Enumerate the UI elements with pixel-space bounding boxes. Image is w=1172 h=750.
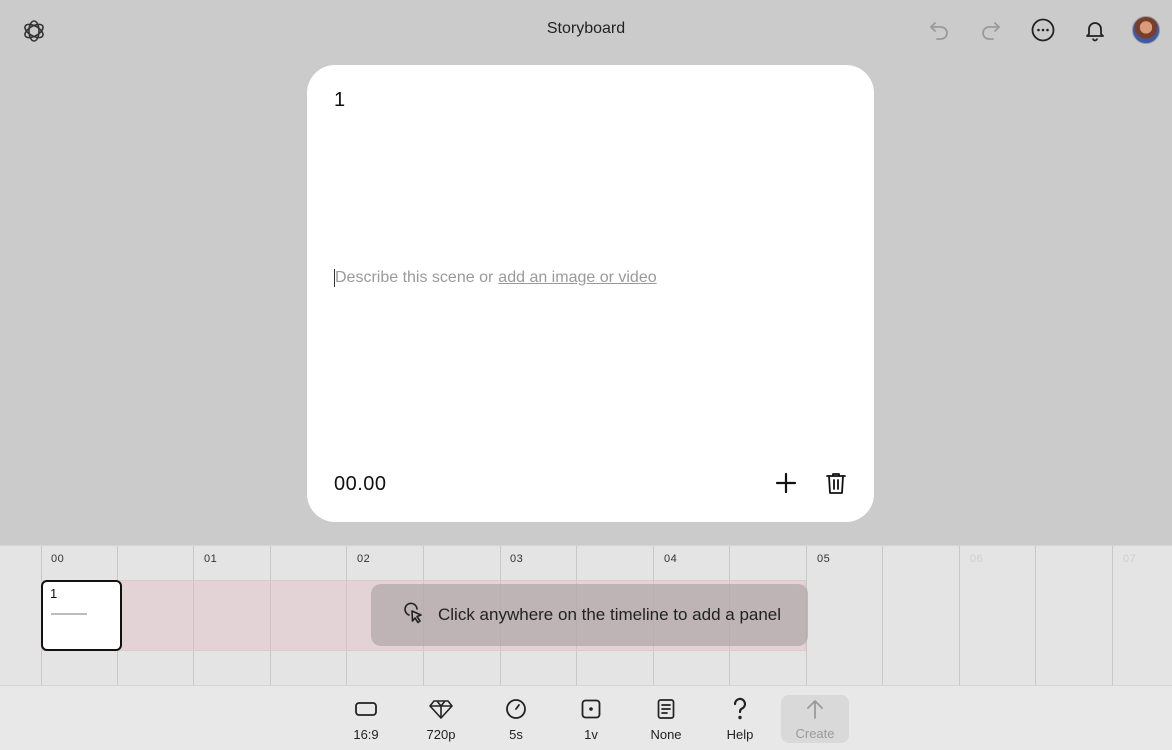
help-button[interactable]: Help	[710, 696, 770, 742]
preset-icon	[636, 696, 696, 722]
timeline-tick: 00	[51, 553, 65, 565]
variations-label: 1v	[584, 727, 598, 742]
aspect-ratio-button[interactable]: 16:9	[336, 696, 396, 742]
timer-icon	[486, 696, 546, 722]
duration-button[interactable]: 5s	[486, 696, 546, 742]
timeline-tick: 07	[1123, 553, 1137, 565]
add-media-link[interactable]: add an image or video	[498, 269, 656, 287]
grid-line	[959, 546, 960, 686]
top-actions	[924, 15, 1160, 45]
aspect-ratio-label: 16:9	[353, 727, 379, 742]
timeline-tick: 02	[357, 553, 371, 565]
help-label: Help	[726, 727, 754, 742]
question-mark-icon	[710, 696, 770, 722]
grid-line	[1035, 546, 1036, 686]
bottom-toolbar: 16:9 720p 5s 1v None Help Create	[0, 685, 1172, 750]
undo-icon[interactable]	[924, 15, 954, 45]
scene-timestamp: 00.00	[334, 473, 387, 495]
variations-icon	[561, 696, 621, 722]
storyboard-app: Storyboard 1 Describe this scene or add …	[0, 0, 1172, 750]
resolution-label: 720p	[426, 727, 456, 742]
scene-card: 1 Describe this scene or add an image or…	[307, 65, 874, 522]
add-panel-hint-text: Click anywhere on the timeline to add a …	[438, 605, 782, 624]
grid-line	[1112, 546, 1113, 686]
timeline-tick: 01	[204, 553, 218, 565]
grid-line	[882, 546, 883, 686]
panel-number: 1	[50, 586, 58, 601]
scene-description-input[interactable]: Describe this scene or add an image or v…	[334, 269, 657, 287]
panel-placeholder-line	[51, 613, 87, 615]
resolution-button[interactable]: 720p	[411, 696, 471, 742]
timeline-tick: 05	[817, 553, 831, 565]
card-actions	[772, 469, 850, 497]
timeline-tick: 04	[664, 553, 678, 565]
aspect-ratio-icon	[336, 696, 396, 722]
duration-label: 5s	[509, 727, 523, 742]
add-panel-hint: Click anywhere on the timeline to add a …	[371, 584, 808, 646]
top-bar: Storyboard	[0, 0, 1172, 62]
arrow-up-icon	[781, 696, 849, 722]
diamond-icon	[411, 696, 471, 722]
create-button[interactable]: Create	[781, 695, 849, 743]
redo-icon[interactable]	[976, 15, 1006, 45]
scene-description-placeholder: Describe this scene or	[335, 269, 494, 286]
bell-icon[interactable]	[1080, 15, 1110, 45]
timeline-panel[interactable]: 1	[41, 580, 122, 651]
pointer-click-icon	[401, 601, 425, 630]
timeline-tick: 03	[510, 553, 524, 565]
plus-icon[interactable]	[772, 469, 800, 497]
create-label: Create	[795, 726, 835, 741]
timeline[interactable]: 00 01 02 03 04 05 06 07 1 Click anywhere…	[0, 545, 1172, 686]
timeline-tick: 06	[970, 553, 984, 565]
preset-label: None	[650, 727, 682, 742]
more-icon[interactable]	[1028, 15, 1058, 45]
trash-icon[interactable]	[822, 469, 850, 497]
scene-index: 1	[334, 89, 346, 111]
variations-button[interactable]: 1v	[561, 696, 621, 742]
user-avatar[interactable]	[1132, 16, 1160, 44]
preset-button[interactable]: None	[636, 696, 696, 742]
